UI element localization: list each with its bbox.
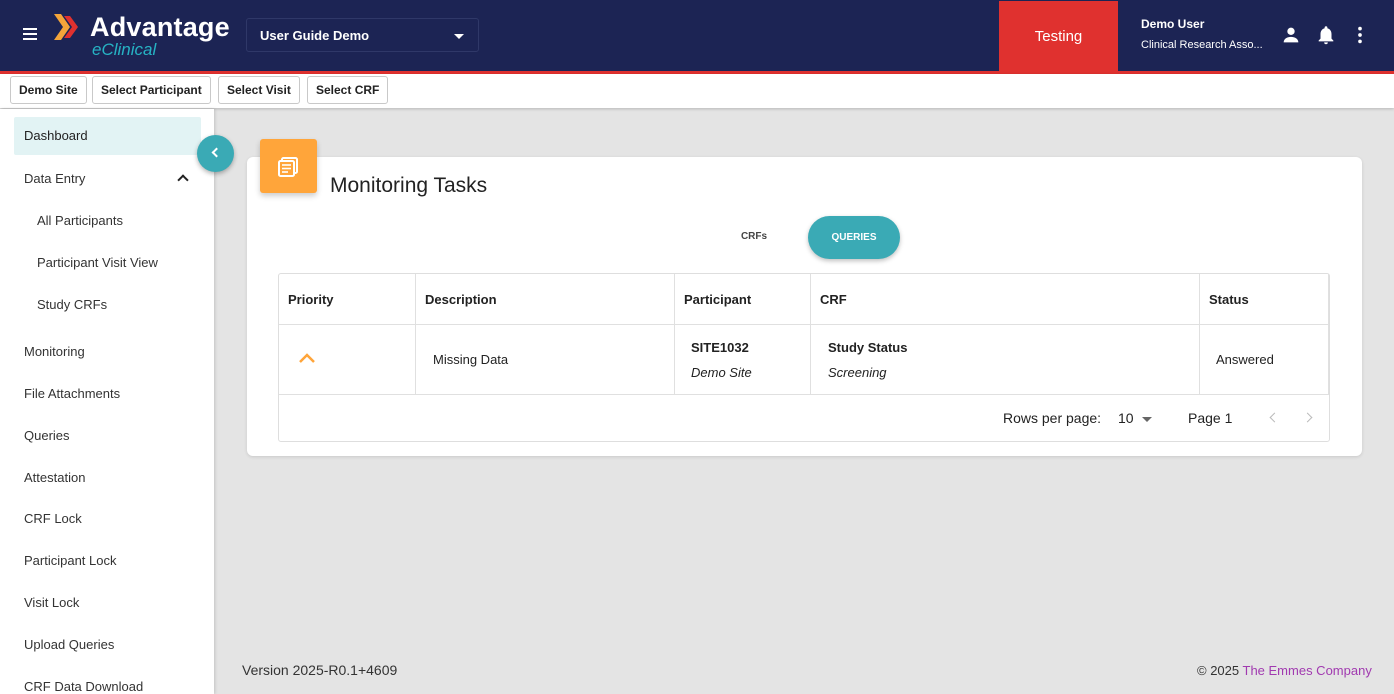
chevron-up-icon — [177, 174, 189, 186]
chevron-left-icon — [211, 147, 222, 158]
study-select[interactable]: User Guide Demo — [246, 18, 479, 52]
task-list-icon — [260, 139, 317, 193]
person-icon[interactable] — [1280, 24, 1302, 46]
column-divider — [810, 274, 811, 395]
cell-crf-visit: Screening — [828, 365, 887, 380]
sidebar-item-label: Participant Visit View — [37, 255, 158, 270]
user-name: Demo User — [1141, 17, 1205, 31]
dropdown-caret-icon — [454, 34, 464, 39]
chevron-up-icon — [299, 353, 315, 363]
sidebar-item-queries[interactable]: Queries — [14, 417, 201, 455]
environment-badge: Testing — [999, 1, 1118, 71]
sidebar-item-label: Attestation — [24, 470, 86, 485]
column-divider — [1199, 274, 1200, 395]
chevron-left-icon — [1269, 412, 1280, 423]
cell-participant-site: Demo Site — [691, 365, 752, 380]
tab-crfs[interactable]: CRFs — [722, 216, 786, 258]
sidebar-item-label: CRF Lock — [24, 511, 82, 526]
sidebar-item-label: Data Entry — [24, 171, 86, 186]
column-header-priority[interactable]: Priority — [279, 274, 416, 325]
cell-description: Missing Data — [433, 352, 509, 367]
sidebar-item-attestation[interactable]: Attestation — [14, 459, 201, 497]
logo-text: Advantage — [90, 12, 230, 42]
sidebar-item-dashboard[interactable]: Dashboard — [14, 117, 201, 155]
sidebar-item-participant-visit-view[interactable]: Participant Visit View — [27, 244, 201, 282]
column-divider — [1328, 274, 1329, 395]
column-divider — [415, 274, 416, 395]
sidebar-item-label: Dashboard — [24, 128, 88, 143]
bell-icon[interactable] — [1315, 24, 1337, 46]
column-header-crf[interactable]: CRF — [811, 274, 1200, 325]
sidebar-item-label: Study CRFs — [37, 297, 108, 312]
row-divider — [279, 324, 1329, 325]
logo-subtext: eClinical — [92, 40, 157, 59]
column-header-description[interactable]: Description — [416, 274, 675, 325]
logo[interactable]: Advantage eClinical — [54, 12, 234, 62]
sidebar-item-upload-queries[interactable]: Upload Queries — [14, 626, 201, 664]
sidebar: Dashboard Data Entry All Participants Pa… — [0, 109, 214, 694]
page-indicator: Page 1 — [1188, 410, 1233, 426]
breadcrumb-crf[interactable]: Select CRF — [307, 76, 389, 104]
sidebar-item-study-crfs[interactable]: Study CRFs — [27, 286, 201, 324]
sidebar-item-label: File Attachments — [24, 386, 121, 401]
column-divider — [674, 274, 675, 395]
sidebar-item-label: Upload Queries — [24, 637, 115, 652]
sidebar-item-label: CRF Data Download — [24, 679, 144, 694]
more-vert-icon[interactable] — [1349, 24, 1371, 46]
rows-per-page-select[interactable]: 10 — [1118, 406, 1158, 430]
column-header-participant[interactable]: Participant — [675, 274, 811, 325]
menu-icon[interactable] — [20, 25, 40, 45]
logo-chevron-icon — [54, 14, 78, 40]
tab-queries[interactable]: QUERIES — [808, 216, 900, 259]
dropdown-caret-icon — [1142, 417, 1152, 422]
sidebar-item-data-entry[interactable]: Data Entry — [14, 160, 201, 198]
version-text: Version 2025-R0.1+4609 — [242, 662, 398, 678]
copyright-text: © 2025 — [1197, 663, 1243, 678]
chevron-right-icon — [1302, 412, 1313, 423]
sidebar-item-file-attachments[interactable]: File Attachments — [14, 375, 201, 413]
cell-status: Answered — [1216, 352, 1274, 367]
rows-per-page-label: Rows per page: — [1003, 410, 1102, 426]
breadcrumb-visit[interactable]: Select Visit — [218, 76, 300, 104]
sidebar-item-crf-data-download[interactable]: CRF Data Download — [14, 668, 201, 694]
sidebar-item-label: Queries — [24, 428, 70, 443]
sidebar-item-label: Monitoring — [24, 344, 85, 359]
user-role: Clinical Research Asso... — [1141, 39, 1263, 51]
cell-participant-id[interactable]: SITE1032 — [691, 340, 749, 355]
breadcrumb-site[interactable]: Demo Site — [10, 76, 87, 104]
copyright: © 2025 The Emmes Company — [1197, 663, 1372, 678]
row-divider — [279, 394, 1329, 395]
sidebar-item-label: Participant Lock — [24, 553, 117, 568]
sidebar-item-label: Visit Lock — [24, 595, 80, 610]
sidebar-item-all-participants[interactable]: All Participants — [27, 202, 201, 240]
breadcrumb: Demo Site Select Participant Select Visi… — [0, 74, 1394, 108]
rows-per-page-value: 10 — [1118, 410, 1134, 426]
top-app-bar: Advantage eClinical User Guide Demo Test… — [0, 0, 1394, 71]
sidebar-collapse-button[interactable] — [197, 135, 234, 172]
tasks-table: Priority Description Participant CRF Sta… — [278, 273, 1330, 442]
cell-crf-name[interactable]: Study Status — [828, 340, 907, 355]
column-header-status[interactable]: Status — [1200, 274, 1329, 325]
previous-page-button[interactable] — [1265, 409, 1283, 427]
sidebar-item-crf-lock[interactable]: CRF Lock — [14, 500, 201, 538]
sidebar-item-participant-lock[interactable]: Participant Lock — [14, 542, 201, 580]
sidebar-item-label: All Participants — [37, 213, 123, 228]
sidebar-item-visit-lock[interactable]: Visit Lock — [14, 584, 201, 622]
page-title: Monitoring Tasks — [330, 174, 488, 197]
breadcrumb-participant[interactable]: Select Participant — [92, 76, 211, 104]
next-page-button[interactable] — [1300, 409, 1318, 427]
company-link[interactable]: The Emmes Company — [1243, 663, 1372, 678]
sidebar-item-monitoring[interactable]: Monitoring — [14, 333, 201, 371]
study-select-value: User Guide Demo — [260, 28, 370, 43]
